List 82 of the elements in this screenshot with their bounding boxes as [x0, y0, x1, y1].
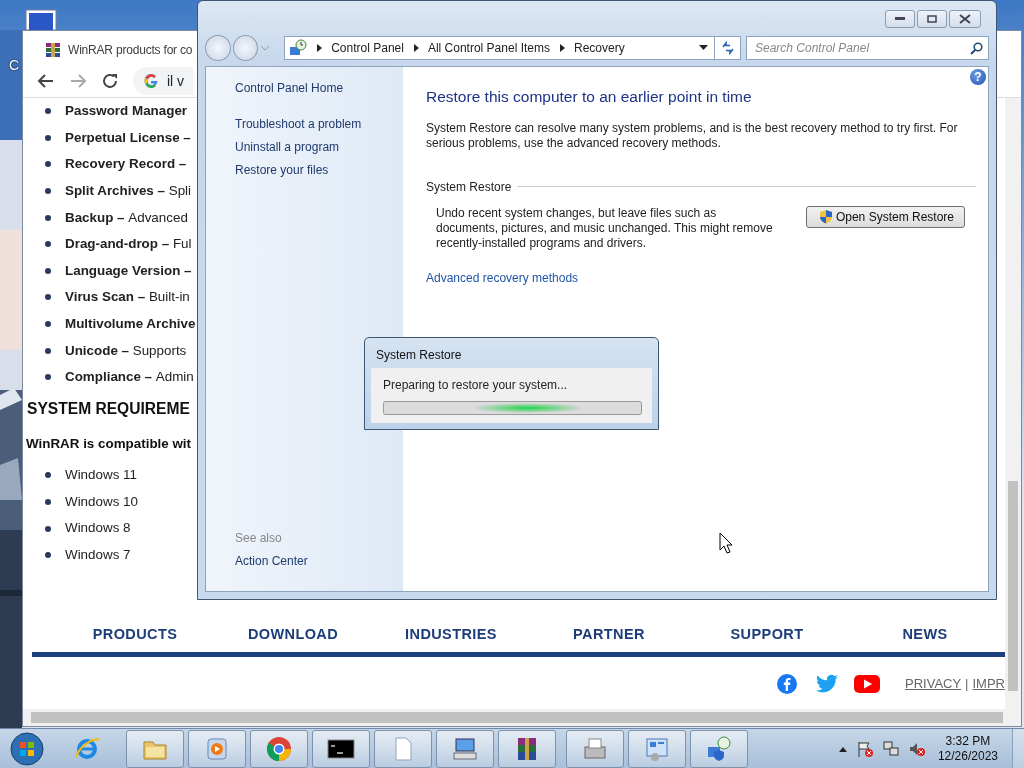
status-message: Preparing to restore your system...	[383, 377, 569, 394]
refresh-icon	[720, 40, 735, 55]
paragraph: Undo recent system changes, but leave files such as documents, pictures, and music unchanged. This might remove recently-installed programs and drivers.	[436, 205, 774, 251]
feature-item: Language Version –	[45, 257, 196, 285]
sidebar-link[interactable]: Restore your files	[235, 162, 329, 185]
feature-item: Virus Scan – Built-in	[45, 284, 196, 311]
feature-item: Drag-and-drop – Ful	[45, 230, 196, 258]
paragraph: System Restore can resolve many system problems, and is the best recovery method to try first. For serious problems, use the advanced recovery methods.	[426, 120, 959, 151]
flag-icon[interactable]	[855, 739, 874, 758]
desktop-icon-label: C	[9, 57, 20, 73]
search-field[interactable]: Search Control Panel	[746, 35, 989, 60]
sidebar-link[interactable]: Troubleshoot a problem	[235, 116, 362, 139]
chrome-icon	[265, 734, 293, 763]
facebook-icon[interactable]	[776, 673, 798, 695]
windows-logo-icon	[9, 730, 45, 767]
chevron-icon[interactable]	[559, 43, 565, 52]
list-item: Windows 7	[45, 541, 138, 569]
twitter-icon[interactable]	[815, 673, 839, 695]
section-title: System Restore	[426, 178, 512, 196]
taskbar-button[interactable]	[498, 729, 556, 768]
paragraph: WinRAR is compatible wit	[26, 434, 192, 453]
search-icon[interactable]	[970, 41, 983, 55]
feature-item: Multivolume Archive	[45, 310, 196, 338]
feature-item: Recovery Record –	[45, 151, 196, 178]
show-desktop-button[interactable]	[1012, 728, 1024, 768]
scrollbar[interactable]	[1005, 98, 1021, 709]
reload-icon[interactable]	[101, 72, 119, 90]
clock[interactable]: 3:32 PM 12/26/2023	[937, 733, 998, 764]
advanced-recovery-link[interactable]: Advanced recovery methods	[426, 268, 579, 287]
close-button[interactable]	[949, 10, 981, 28]
list-item: Windows 11	[45, 462, 138, 489]
chevron-icon[interactable]	[316, 43, 323, 52]
nav-link[interactable]: DOWNLOAD	[247, 624, 339, 646]
feature-item: Compliance – Admin	[45, 363, 196, 391]
nav-link[interactable]: PARTNER	[573, 624, 645, 646]
mouse-pointer-icon	[719, 532, 733, 554]
breadcrumb-item[interactable]: All Control Panel Items	[427, 38, 550, 57]
youtube-icon[interactable]	[854, 674, 880, 694]
feature-item: Password Manager	[45, 98, 196, 125]
dropdown-icon[interactable]	[699, 45, 709, 50]
maximize-icon	[927, 15, 937, 23]
list-item: Windows 10	[45, 488, 138, 516]
separator: |	[965, 675, 969, 694]
feature-item: Unicode – Supports	[45, 337, 196, 364]
close-icon	[959, 14, 971, 24]
address-field[interactable]: il v	[133, 67, 193, 95]
sidebar-link[interactable]: Control Panel Home	[235, 80, 344, 103]
list-item: Windows 8	[45, 515, 138, 542]
network-icon[interactable]	[881, 739, 900, 758]
feature-item: Backup – Advanced	[45, 204, 196, 231]
feature-item: Split Archives – Spli	[45, 177, 196, 205]
sidebar-heading: See also	[235, 530, 282, 547]
nav-link[interactable]: NEWS	[902, 624, 948, 646]
minimize-icon	[895, 17, 905, 21]
maximize-button[interactable]	[917, 10, 947, 28]
restore-icon	[705, 734, 733, 763]
address-bar[interactable]: Control Panel All Control Panel Items Recovery	[284, 35, 716, 60]
back-icon[interactable]	[37, 72, 55, 90]
page-heading: Restore this computer to an earlier point in time	[426, 88, 753, 107]
archive-icon	[45, 42, 61, 58]
sidebar-link[interactable]: Action Center	[235, 553, 308, 576]
footer-link[interactable]: IMPR	[972, 674, 1005, 694]
shield-icon	[818, 209, 833, 225]
scrollbar[interactable]	[23, 709, 1021, 726]
minimize-button[interactable]	[885, 10, 915, 28]
google-icon	[143, 73, 159, 89]
browser-tab[interactable]: WinRAR products for co	[31, 35, 197, 65]
nav-link[interactable]: INDUSTRIES	[405, 624, 497, 646]
nav-link[interactable]: SUPPORT	[730, 624, 804, 646]
section-heading: SYSTEM REQUIREME	[27, 398, 190, 419]
control-panel-icon	[289, 38, 308, 57]
sidebar-link[interactable]: Uninstall a program	[235, 139, 340, 162]
breadcrumb-item[interactable]: Control Panel	[331, 38, 404, 57]
taskbar-button[interactable]	[312, 729, 370, 768]
feature-item: Perpetual License –	[45, 124, 196, 152]
chevron-icon[interactable]	[412, 43, 419, 52]
open-system-restore-button[interactable]: Open System Restore	[805, 205, 965, 228]
refresh-button[interactable]	[715, 35, 741, 60]
dialog-title: System Restore	[375, 347, 463, 364]
breadcrumb-item[interactable]: Recovery	[574, 38, 625, 57]
nav-link[interactable]: PRODUCTS	[92, 624, 178, 646]
footer-link[interactable]: PRIVACY	[905, 674, 962, 694]
